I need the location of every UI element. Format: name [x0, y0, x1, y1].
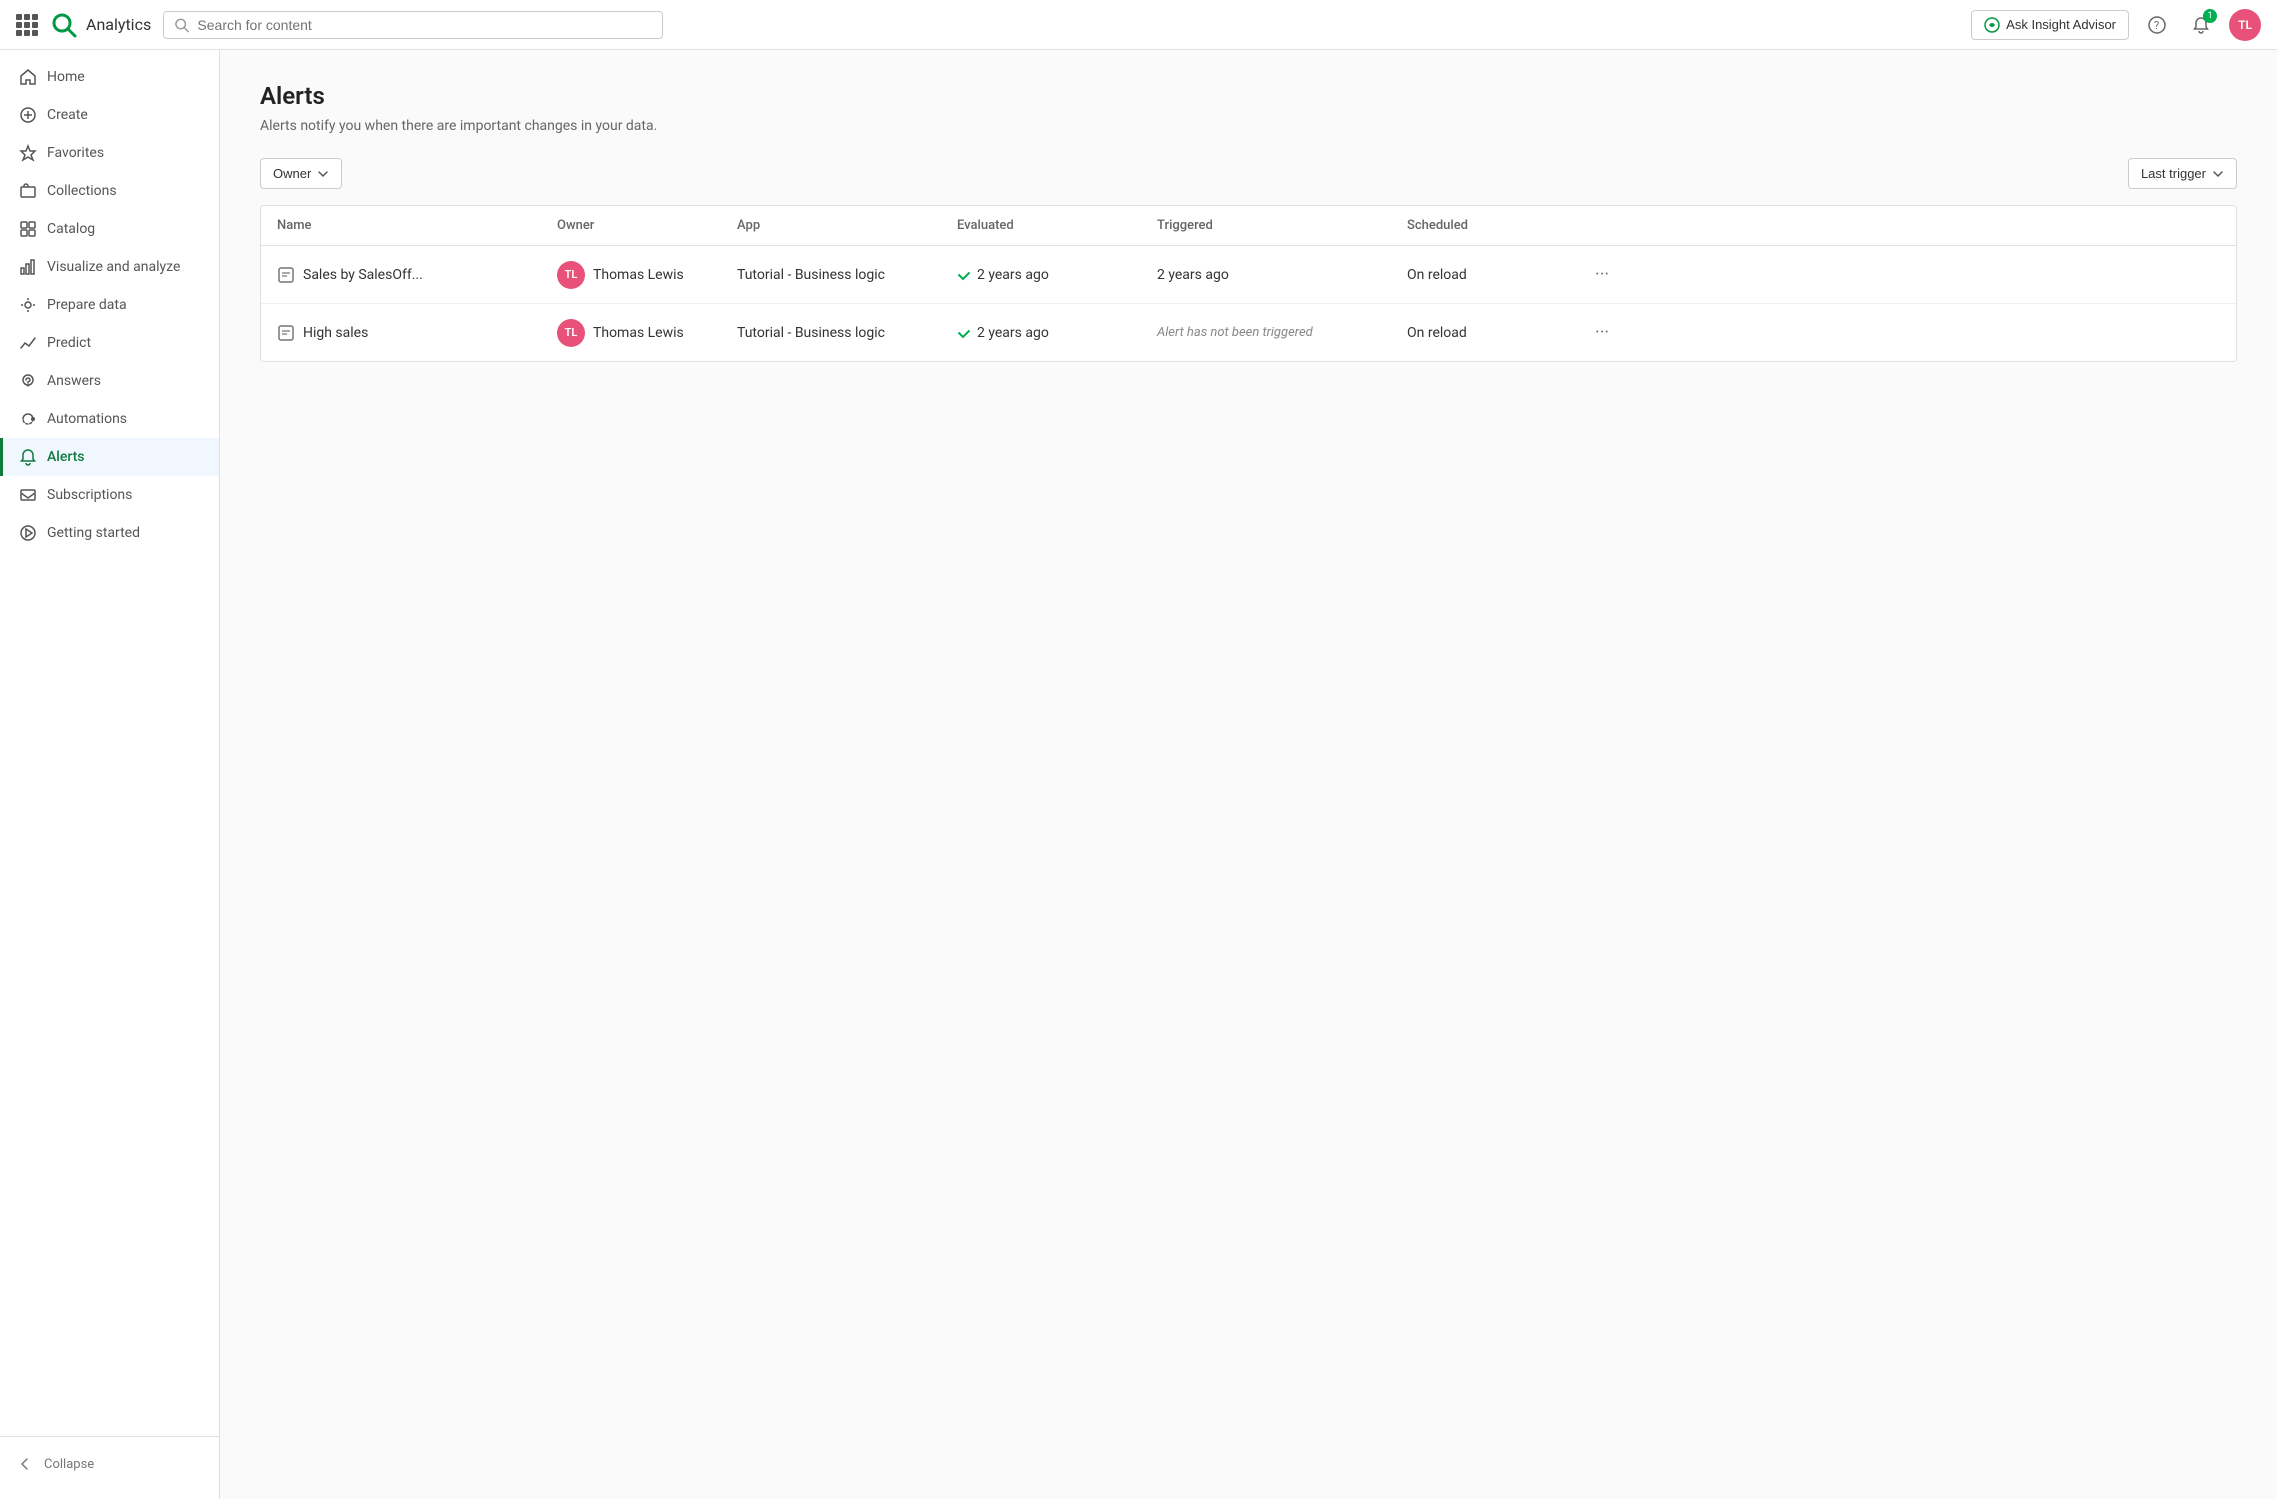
- qlik-logo[interactable]: Analytics: [48, 9, 151, 41]
- last-trigger-button[interactable]: Last trigger: [2128, 158, 2237, 189]
- col-name: Name: [261, 206, 541, 245]
- app-name: Analytics: [86, 15, 151, 34]
- alerts-table: Name Owner App Evaluated Triggered Sched…: [260, 205, 2237, 362]
- col-scheduled: Scheduled: [1391, 206, 1571, 245]
- row2-scheduled: On reload: [1391, 311, 1571, 355]
- row2-actions: ···: [1571, 304, 1631, 361]
- topbar-left: Analytics: [16, 9, 151, 41]
- answers-icon: [19, 372, 37, 390]
- help-button[interactable]: ?: [2141, 9, 2173, 41]
- owner-avatar-1: TL: [557, 261, 585, 289]
- search-bar: [163, 11, 663, 39]
- sidebar-item-visualize[interactable]: Visualize and analyze: [0, 248, 219, 286]
- sidebar-item-favorites[interactable]: Favorites: [0, 134, 219, 172]
- notifications-button[interactable]: 1: [2185, 9, 2217, 41]
- search-input[interactable]: [197, 17, 652, 33]
- row2-owner: TL Thomas Lewis: [541, 305, 721, 361]
- row2-evaluated: 2 years ago: [941, 311, 1141, 355]
- getting-started-icon: [19, 524, 37, 542]
- sidebar-item-prepare[interactable]: Prepare data: [0, 286, 219, 324]
- sidebar-item-automations[interactable]: Automations: [0, 400, 219, 438]
- grid-menu-icon[interactable]: [16, 14, 38, 36]
- alerts-icon: [19, 448, 37, 466]
- main-content: Alerts Alerts notify you when there are …: [220, 50, 2277, 1499]
- filters-row: Owner Last trigger: [260, 158, 2237, 189]
- chart-icon: [19, 258, 37, 276]
- check-icon-2: [957, 326, 971, 340]
- row1-scheduled: On reload: [1391, 253, 1571, 297]
- table-row: High sales TL Thomas Lewis Tutorial - Bu…: [261, 304, 2236, 361]
- row1-name: Sales by SalesOff...: [261, 252, 541, 298]
- owner-filter-button[interactable]: Owner: [260, 158, 342, 189]
- automations-icon: [19, 410, 37, 428]
- sidebar: Home Create Favorites Collections: [0, 50, 220, 1499]
- row2-more-button[interactable]: ···: [1587, 318, 1617, 347]
- app-layout: Analytics Ask Insight Advisor: [0, 0, 2277, 1499]
- notification-badge: 1: [2203, 9, 2217, 23]
- col-triggered: Triggered: [1141, 206, 1391, 245]
- sidebar-item-getting-started[interactable]: Getting started: [0, 514, 219, 552]
- insight-advisor-icon: [1984, 17, 2000, 33]
- owner-avatar-2: TL: [557, 319, 585, 347]
- row2-app: Tutorial - Business logic: [721, 311, 941, 355]
- sidebar-item-predict[interactable]: Predict: [0, 324, 219, 362]
- user-avatar[interactable]: TL: [2229, 9, 2261, 41]
- sidebar-collapse-button[interactable]: Collapse: [0, 1445, 219, 1483]
- help-icon: ?: [2148, 16, 2166, 34]
- predict-icon: [19, 334, 37, 352]
- subscriptions-icon: [19, 486, 37, 504]
- row1-actions: ···: [1571, 246, 1631, 303]
- sidebar-item-subscriptions[interactable]: Subscriptions: [0, 476, 219, 514]
- check-icon: [957, 268, 971, 282]
- table-row: Sales by SalesOff... TL Thomas Lewis Tut…: [261, 246, 2236, 304]
- main-layout: Home Create Favorites Collections: [0, 50, 2277, 1499]
- create-icon: [19, 106, 37, 124]
- topbar-right: Ask Insight Advisor ? 1 TL: [1971, 9, 2261, 41]
- page-title: Alerts: [260, 82, 2237, 110]
- row2-triggered: Alert has not been triggered: [1141, 311, 1391, 354]
- row1-app: Tutorial - Business logic: [721, 253, 941, 297]
- row2-name: High sales: [261, 310, 541, 356]
- row1-triggered: 2 years ago: [1141, 253, 1391, 297]
- sidebar-nav: Home Create Favorites Collections: [0, 50, 219, 1436]
- search-icon: [174, 17, 189, 33]
- chevron-down-icon-2: [2212, 168, 2224, 180]
- alert-row-icon: [277, 266, 295, 284]
- sidebar-item-answers[interactable]: Answers: [0, 362, 219, 400]
- catalog-icon: [19, 220, 37, 238]
- col-evaluated: Evaluated: [941, 206, 1141, 245]
- sidebar-bottom: Collapse: [0, 1436, 219, 1499]
- prepare-icon: [19, 296, 37, 314]
- col-owner: Owner: [541, 206, 721, 245]
- home-icon: [19, 68, 37, 86]
- table-header: Name Owner App Evaluated Triggered Sched…: [261, 206, 2236, 246]
- sidebar-item-collections[interactable]: Collections: [0, 172, 219, 210]
- alert-row-icon-2: [277, 324, 295, 342]
- chevron-down-icon: [317, 168, 329, 180]
- topbar: Analytics Ask Insight Advisor: [0, 0, 2277, 50]
- collapse-icon: [16, 1455, 34, 1473]
- col-actions: [1571, 206, 1631, 245]
- row1-evaluated: 2 years ago: [941, 253, 1141, 297]
- page-description: Alerts notify you when there are importa…: [260, 118, 2237, 134]
- col-app: App: [721, 206, 941, 245]
- search-wrap: [163, 11, 663, 39]
- row1-owner: TL Thomas Lewis: [541, 247, 721, 303]
- svg-text:?: ?: [2154, 19, 2159, 32]
- row1-more-button[interactable]: ···: [1587, 260, 1617, 289]
- sidebar-item-home[interactable]: Home: [0, 58, 219, 96]
- collections-icon: [19, 182, 37, 200]
- sidebar-item-alerts[interactable]: Alerts: [0, 438, 219, 476]
- star-icon: [19, 144, 37, 162]
- sidebar-item-create[interactable]: Create: [0, 96, 219, 134]
- insight-advisor-button[interactable]: Ask Insight Advisor: [1971, 10, 2129, 40]
- sidebar-item-catalog[interactable]: Catalog: [0, 210, 219, 248]
